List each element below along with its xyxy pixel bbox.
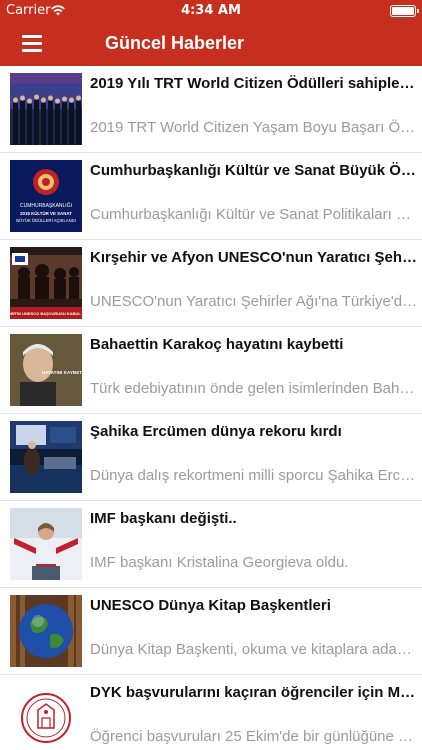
news-item[interactable]: 2019 Yılı TRT World Citizen Ödülleri sah… bbox=[0, 66, 422, 153]
news-thumbnail: KIRŞEHİR'İN UNESCO BAŞVURUSU KABUL EDİLD… bbox=[10, 247, 82, 319]
thumb-caption: HAYATINI KAYBETTİ bbox=[42, 369, 82, 375]
news-summary: Cumhurbaşkanlığı Kültür ve Sanat Politik… bbox=[90, 206, 418, 223]
news-title: 2019 Yılı TRT World Citizen Ödülleri sah… bbox=[90, 75, 420, 92]
news-thumbnail bbox=[10, 421, 82, 493]
news-summary: IMF başkanı Kristalina Georgieva oldu. bbox=[90, 554, 349, 571]
thumb-caption: KIRŞEHİR'İN UNESCO BAŞVURUSU KABUL EDİLD… bbox=[10, 311, 82, 316]
thumb-caption-line: BÜYÜK ÖDÜLLERİ AÇIKLANDI bbox=[16, 218, 76, 223]
news-thumbnail: HAYATINI KAYBETTİ bbox=[10, 334, 82, 406]
battery-icon bbox=[390, 5, 419, 17]
status-bar: Carrier 4:34 AM bbox=[0, 0, 422, 22]
news-title: Kırşehir ve Afyon UNESCO'nun Yaratıcı Şe… bbox=[90, 249, 420, 266]
thumb-caption-line: 2019 KÜLTÜR VE SANAT bbox=[20, 211, 72, 216]
news-title: Bahaettin Karakoç hayatını kaybetti bbox=[90, 336, 344, 353]
news-title: IMF başkanı değişti.. bbox=[90, 510, 237, 527]
news-summary: Türk edebiyatının önde gelen isimlerinde… bbox=[90, 380, 418, 397]
news-thumbnail bbox=[10, 73, 82, 145]
navigation-bar: Güncel Haberler bbox=[0, 22, 422, 66]
page-title: Güncel Haberler bbox=[105, 33, 245, 53]
news-title: UNESCO Dünya Kitap Başkentleri bbox=[90, 597, 331, 614]
news-summary: Dünya Kitap Başkenti, okuma ve kitaplara… bbox=[90, 641, 418, 658]
news-item[interactable]: UNESCO Dünya Kitap Başkentleri Dünya Kit… bbox=[0, 588, 422, 675]
news-thumbnail bbox=[10, 682, 82, 750]
news-item[interactable]: Şahika Ercümen dünya rekoru kırdı Dünya … bbox=[0, 414, 422, 501]
news-item[interactable]: IMF başkanı değişti.. IMF başkanı Krista… bbox=[0, 501, 422, 588]
hamburger-menu-icon[interactable] bbox=[22, 35, 42, 52]
clock: 4:34 AM bbox=[181, 3, 241, 18]
news-item[interactable]: CUMHURBAŞKANLIĞI 2019 KÜLTÜR VE SANAT BÜ… bbox=[0, 153, 422, 240]
news-thumbnail bbox=[10, 595, 82, 667]
news-title: DYK başvurularını kaçıran öğrenciler içi… bbox=[90, 684, 420, 701]
news-item[interactable]: HAYATINI KAYBETTİ Bahaettin Karakoç haya… bbox=[0, 327, 422, 414]
news-summary: Öğrenci başvuruları 25 Ekim'de bir günlü… bbox=[90, 728, 418, 745]
news-list[interactable]: 2019 Yılı TRT World Citizen Ödülleri sah… bbox=[0, 66, 422, 750]
news-item[interactable]: DYK başvurularını kaçıran öğrenciler içi… bbox=[0, 675, 422, 750]
news-title: Cumhurbaşkanlığı Kültür ve Sanat Büyük Ö… bbox=[90, 162, 420, 179]
news-item[interactable]: KIRŞEHİR'İN UNESCO BAŞVURUSU KABUL EDİLD… bbox=[0, 240, 422, 327]
news-summary: UNESCO'nun Yaratıcı Şehirler Ağı'na Türk… bbox=[90, 293, 418, 310]
news-thumbnail bbox=[10, 508, 82, 580]
news-thumbnail: CUMHURBAŞKANLIĞI 2019 KÜLTÜR VE SANAT BÜ… bbox=[10, 160, 82, 232]
thumb-caption-line: CUMHURBAŞKANLIĞI bbox=[20, 202, 72, 209]
news-title: Şahika Ercümen dünya rekoru kırdı bbox=[90, 423, 342, 440]
news-summary: 2019 TRT World Citizen Yaşam Boyu Başarı… bbox=[90, 119, 418, 136]
news-summary: Dünya dalış rekortmeni milli sporcu Şahi… bbox=[90, 467, 418, 484]
